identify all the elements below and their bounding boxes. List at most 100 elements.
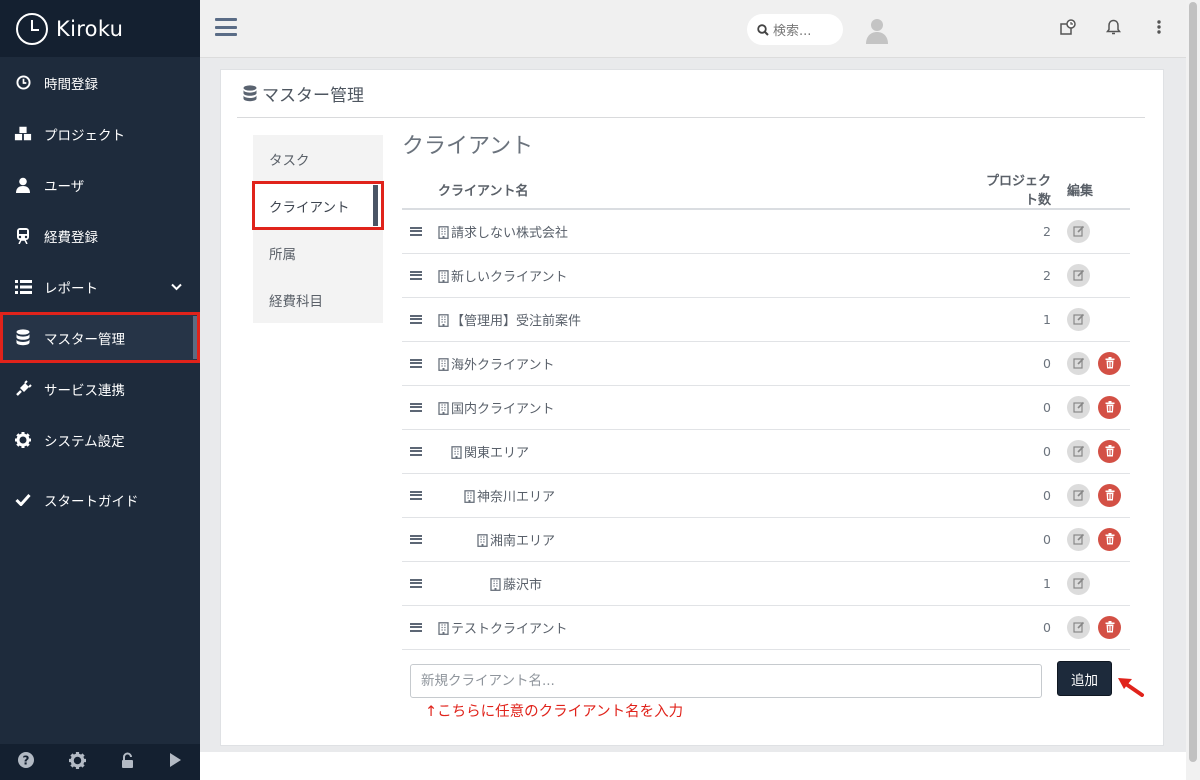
play-icon[interactable]: [169, 752, 182, 772]
hamburger-icon[interactable]: [215, 18, 237, 36]
sidebar-item-label: プロジェクト: [44, 127, 125, 144]
edit-icon[interactable]: [1067, 263, 1090, 287]
user-avatar-icon[interactable]: [866, 18, 888, 48]
sidebar-item-projects[interactable]: プロジェクト: [0, 108, 200, 159]
gear-icon[interactable]: [68, 751, 86, 773]
edit-icon[interactable]: [1067, 219, 1090, 243]
trash-icon[interactable]: [1098, 439, 1121, 463]
table-row[interactable]: 【管理用】受注前案件 1: [402, 297, 1130, 342]
drag-handle-icon[interactable]: [410, 402, 422, 412]
sidebar-item-users[interactable]: ユーザ: [0, 159, 200, 210]
tab-expense-categories[interactable]: 経費科目: [253, 276, 383, 323]
table-row[interactable]: 海外クライアント 0: [402, 341, 1130, 386]
project-count: 0: [977, 341, 1057, 386]
project-count: 0: [977, 473, 1057, 518]
drag-handle-icon[interactable]: [410, 534, 422, 544]
sidebar-item-expenses[interactable]: 経費登録: [0, 210, 200, 261]
sidebar-item-master[interactable]: マスター管理: [0, 312, 200, 363]
drag-handle-cell[interactable]: [402, 341, 438, 386]
drag-handle-cell[interactable]: [402, 429, 438, 474]
sidebar-item-time-entry[interactable]: 時間登録: [0, 57, 200, 108]
client-name-cell: 国内クライアント: [438, 385, 977, 430]
drag-handle-icon[interactable]: [410, 446, 422, 456]
scrollbar-thumb[interactable]: [1189, 2, 1197, 762]
sidebar-item-reports[interactable]: レポート: [0, 261, 200, 312]
drag-handle-icon[interactable]: [410, 314, 422, 324]
trash-icon[interactable]: [1098, 395, 1121, 419]
drag-column-header: [402, 170, 438, 210]
tab-clients[interactable]: クライアント: [252, 181, 384, 230]
drag-handle-cell[interactable]: [402, 517, 438, 562]
table-row[interactable]: 神奈川エリア 0: [402, 473, 1130, 518]
table-row[interactable]: 藤沢市 1: [402, 561, 1130, 606]
clock-logo-icon: [16, 12, 48, 45]
building-icon: [438, 357, 449, 371]
sidebar-item-start-guide[interactable]: スタートガイド: [0, 474, 200, 525]
cubes-icon: [14, 125, 32, 143]
table-row[interactable]: 国内クライアント 0: [402, 385, 1130, 430]
edit-icon[interactable]: [1067, 351, 1090, 375]
unlock-icon[interactable]: [121, 752, 134, 773]
sidebar-item-label: マスター管理: [44, 331, 125, 348]
drag-handle-icon[interactable]: [410, 226, 422, 236]
tab-tasks[interactable]: タスク: [253, 135, 383, 182]
table-row[interactable]: 関東エリア 0: [402, 429, 1130, 474]
sidebar: Kiroku 時間登録 プロジェクト ユーザ 経費登録 レポート マスター管理: [0, 0, 200, 780]
building-icon: [438, 313, 449, 327]
edit-cell: [1057, 253, 1130, 298]
drag-handle-cell[interactable]: [402, 385, 438, 430]
table-row[interactable]: テストクライアント 0: [402, 605, 1130, 650]
sidebar-item-integrations[interactable]: サービス連携: [0, 363, 200, 414]
drag-handle-cell[interactable]: [402, 473, 438, 518]
drag-handle-cell[interactable]: [402, 297, 438, 342]
more-icon[interactable]: [1156, 19, 1162, 39]
trash-icon[interactable]: [1098, 615, 1121, 639]
trash-icon[interactable]: [1098, 351, 1121, 375]
drag-handle-cell[interactable]: [402, 561, 438, 606]
sidebar-item-label: スタートガイド: [44, 493, 139, 510]
drag-handle-icon[interactable]: [410, 490, 422, 500]
search-box[interactable]: 検索...: [747, 14, 843, 45]
edit-icon[interactable]: [1067, 307, 1090, 331]
task-icon[interactable]: [1060, 19, 1076, 39]
building-icon: [438, 269, 449, 283]
drag-handle-icon[interactable]: [410, 270, 422, 280]
drag-handle-cell[interactable]: [402, 605, 438, 650]
edit-icon[interactable]: [1067, 395, 1090, 419]
project-count: 0: [977, 605, 1057, 650]
gear-icon: [14, 431, 32, 449]
sidebar-item-label: 時間登録: [44, 76, 98, 93]
bell-icon[interactable]: [1106, 19, 1121, 39]
brand[interactable]: Kiroku: [0, 0, 200, 57]
client-name-cell: 海外クライアント: [438, 341, 977, 386]
table-row[interactable]: 新しいクライアント 2: [402, 253, 1130, 298]
tab-label: 所属: [269, 246, 296, 263]
drag-handle-cell[interactable]: [402, 253, 438, 298]
edit-cell: [1057, 429, 1130, 474]
edit-icon[interactable]: [1067, 571, 1090, 595]
client-table: クライアント名 プロジェクト数 編集 請求しない株式会社 2 新しいクライアント 2 【…: [402, 170, 1130, 650]
help-icon[interactable]: ?: [17, 752, 34, 772]
chevron-down-icon: [171, 279, 182, 295]
table-row[interactable]: 請求しない株式会社 2: [402, 209, 1130, 254]
new-client-input[interactable]: [410, 664, 1042, 698]
sidebar-item-label: レポート: [44, 280, 98, 297]
search-input[interactable]: 検索...: [773, 20, 811, 39]
vertical-scrollbar[interactable]: [1186, 0, 1200, 780]
edit-icon[interactable]: [1067, 527, 1090, 551]
client-name: 【管理用】受注前案件: [451, 313, 582, 329]
edit-icon[interactable]: [1067, 439, 1090, 463]
drag-handle-icon[interactable]: [410, 622, 422, 632]
table-row[interactable]: 湘南エリア 0: [402, 517, 1130, 562]
trash-icon[interactable]: [1098, 527, 1121, 551]
edit-icon[interactable]: [1067, 483, 1090, 507]
sidebar-item-settings[interactable]: システム設定: [0, 414, 200, 465]
drag-handle-icon[interactable]: [410, 358, 422, 368]
edit-icon[interactable]: [1067, 615, 1090, 639]
tab-departments[interactable]: 所属: [253, 229, 383, 276]
trash-icon[interactable]: [1098, 483, 1121, 507]
drag-handle-cell[interactable]: [402, 209, 438, 254]
drag-handle-icon[interactable]: [410, 578, 422, 588]
client-name: テストクライアント: [451, 621, 568, 637]
add-button[interactable]: 追加: [1057, 661, 1112, 696]
